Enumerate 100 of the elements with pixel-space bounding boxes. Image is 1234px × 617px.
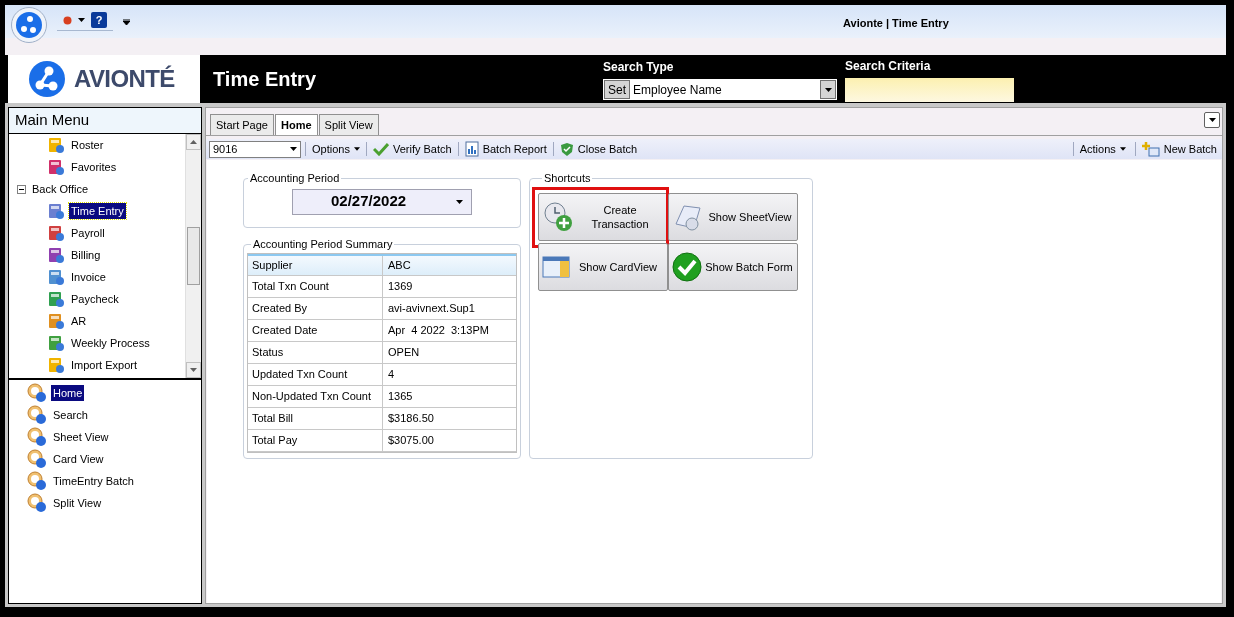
- menu-item[interactable]: Import Export: [69, 356, 140, 374]
- table-cell-text: avi-avivnext.Sup1: [387, 300, 476, 316]
- toolbar-button[interactable]: Verify Batch: [370, 140, 454, 158]
- help-button[interactable]: ?: [91, 12, 107, 28]
- tab[interactable]: Start Page: [210, 114, 274, 135]
- search-criteria-label: Search Criteria: [845, 57, 932, 75]
- group-title: Accounting Period Summary: [253, 238, 393, 250]
- toolbar-button[interactable]: Batch Report: [462, 140, 549, 158]
- table-cell-text: 1369: [387, 278, 414, 294]
- table-cell: Supplier: [248, 255, 383, 275]
- table-cell: Created Date: [248, 319, 383, 341]
- report-icon: [464, 141, 479, 157]
- app-icon: [47, 224, 65, 242]
- tab[interactable]: Split View: [318, 114, 379, 135]
- shortcut-button[interactable]: Show Batch Form: [668, 242, 798, 291]
- table-cell-text: 4: [387, 366, 396, 382]
- clock-icon: [27, 493, 47, 513]
- toolbar-button[interactable]: Close Batch: [557, 140, 640, 158]
- date-select[interactable]: 02/27/2022: [292, 188, 472, 215]
- group-title: Shortcuts: [544, 172, 591, 184]
- clock-icon: [27, 449, 47, 469]
- scroll-down-icon[interactable]: [190, 368, 197, 372]
- customize-icon[interactable]: [123, 18, 130, 25]
- shortcut-button[interactable]: Show CardView: [538, 242, 668, 291]
- table-cell: Status: [248, 341, 383, 363]
- card-view-icon: [542, 254, 570, 279]
- caret-icon: [1208, 118, 1216, 122]
- table-cell-text: Apr 4 2022 3:13PM: [387, 322, 490, 338]
- clock-add-icon: [542, 200, 574, 233]
- shortcut-button[interactable]: Create Transaction: [538, 192, 668, 241]
- window-title: Avionte | Time Entry: [843, 16, 949, 31]
- app-icon: [47, 136, 65, 154]
- caret-icon: [290, 147, 297, 151]
- view-item[interactable]: Split View: [51, 494, 104, 512]
- clock-icon: [27, 405, 47, 425]
- table-cell-text: $3186.50: [387, 410, 435, 426]
- view-item[interactable]: Card View: [51, 450, 106, 468]
- caret-icon: [353, 147, 360, 151]
- view-item[interactable]: Search: [51, 406, 90, 424]
- app-icon: [47, 202, 65, 220]
- caret-icon[interactable]: [78, 18, 85, 22]
- table-cell: Non-Updated Txn Count: [248, 385, 383, 407]
- menu-item[interactable]: Roster: [69, 136, 106, 154]
- group-title: Accounting Period: [250, 172, 340, 184]
- menu-item[interactable]: Payroll: [69, 224, 107, 242]
- tab-list-button[interactable]: [1204, 112, 1220, 128]
- caret-icon: [1119, 147, 1126, 151]
- table-cell: Total Pay: [248, 429, 383, 451]
- check-icon: [372, 142, 389, 156]
- toolbar-button[interactable]: Actions: [1077, 140, 1128, 158]
- clock-icon: [27, 383, 47, 403]
- search-type-label: Search Type: [603, 59, 675, 76]
- app-icon: [47, 246, 65, 264]
- record-icon[interactable]: [63, 15, 72, 25]
- logo-icon: [28, 60, 66, 98]
- tab[interactable]: Home: [275, 114, 318, 135]
- menu-item[interactable]: Weekly Process: [69, 334, 152, 352]
- batch-select[interactable]: 9016: [209, 140, 301, 158]
- scrollbar[interactable]: [185, 134, 201, 378]
- app-icon: [47, 334, 65, 352]
- caret-icon: [456, 199, 463, 204]
- new-icon: [1141, 141, 1160, 157]
- table-cell-text: OPEN: [387, 344, 421, 360]
- menu-item[interactable]: Invoice: [69, 268, 108, 286]
- logo-icon: [15, 10, 43, 39]
- menu-item[interactable]: AR: [69, 312, 89, 330]
- scroll-thumb[interactable]: [187, 227, 200, 285]
- page-title: Time Entry: [213, 67, 317, 92]
- search-criteria-field[interactable]: [845, 77, 1014, 102]
- menu-item[interactable]: Billing: [69, 246, 103, 264]
- table-cell: Total Txn Count: [248, 275, 383, 297]
- view-item[interactable]: TimeEntry Batch: [51, 472, 136, 490]
- app-menu-button[interactable]: [11, 6, 47, 43]
- app-icon: [47, 268, 65, 286]
- app-icon: [47, 290, 65, 308]
- app-icon: [47, 356, 65, 374]
- logo-text: AVIONTÉ: [74, 64, 175, 94]
- toolbar-button[interactable]: New Batch: [1139, 140, 1219, 158]
- app-icon: [47, 158, 65, 176]
- table-cell: Updated Txn Count: [248, 363, 383, 385]
- toolbar-button[interactable]: Options: [310, 140, 362, 158]
- scroll-up-icon[interactable]: [190, 140, 197, 144]
- menu-item[interactable]: Back Office: [30, 180, 91, 198]
- table-cell-text: $3075.00: [387, 432, 435, 448]
- table-cell-text: 1365: [387, 388, 414, 404]
- menu-item[interactable]: Time Entry: [69, 202, 126, 220]
- app-icon: [47, 312, 65, 330]
- view-item[interactable]: Sheet View: [51, 428, 111, 446]
- table-cell-text: ABC: [387, 257, 412, 273]
- menu-item[interactable]: Paycheck: [69, 290, 121, 308]
- table-cell: Created By: [248, 297, 383, 319]
- clock-icon: [27, 427, 47, 447]
- check-circle-icon: [672, 251, 702, 282]
- shield-check-icon: [559, 141, 574, 157]
- clock-icon: [27, 471, 47, 491]
- shortcut-button[interactable]: Show SheetView: [668, 192, 798, 241]
- view-item[interactable]: Home: [51, 384, 85, 402]
- expander-icon[interactable]: [17, 184, 26, 194]
- menu-item[interactable]: Favorites: [69, 158, 119, 176]
- main-menu-header: Main Menu: [9, 108, 201, 134]
